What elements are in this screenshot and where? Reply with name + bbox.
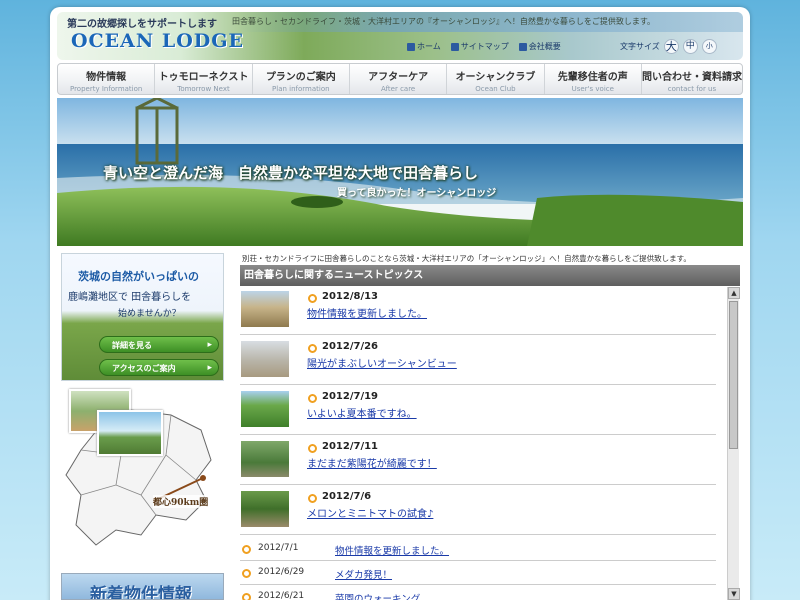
bullet-icon: [308, 344, 317, 353]
bullet-icon: [242, 569, 251, 578]
hero-headline: 青い空と澄んだ海 自然豊かな平坦な大地で田舎暮らし: [103, 164, 479, 182]
news-thumbnail[interactable]: [241, 391, 289, 427]
nav-sublabel: Property Information: [69, 85, 143, 93]
company-icon: [518, 42, 527, 51]
news-title-link[interactable]: 物件情報を更新しました。: [307, 305, 427, 320]
news-item: 2012/7/11 まだまだ紫陽花が綺麗です！: [240, 437, 716, 485]
nav-item-property[interactable]: 物件情報 Property Information: [58, 64, 156, 94]
intro-text: 別荘・セカンドライフに田舎暮らしのことなら茨城・大洋村エリアの「オーシャンロッジ…: [242, 254, 691, 263]
promo-line-1: 茨城の自然がいっぱいの: [78, 270, 199, 283]
promo-line-2: 鹿嶋灘地区で 田舎暮らしを: [68, 292, 192, 303]
news-item: 2012/7/6 メロンとミニトマトの試食♪: [240, 487, 716, 535]
news-thumbnail[interactable]: [241, 291, 289, 327]
promo-line-3: 始めませんか？: [118, 309, 181, 319]
news-date: 2012/7/6: [322, 491, 372, 502]
news-title-link[interactable]: まだまだ紫陽花が綺麗です！: [307, 455, 437, 470]
nav-label: オーシャンクラブ: [455, 72, 536, 83]
bullet-icon: [308, 294, 317, 303]
bullet-icon: [308, 494, 317, 503]
site-logo[interactable]: OCEAN LODGE: [71, 30, 244, 52]
home-link-label: ホーム: [417, 42, 441, 51]
site-header: 第二の故郷探しをサポートします 田舎暮らし・セカンドライフ・茨城・大洋村エリアの…: [57, 12, 743, 60]
nav-item-ocean-club[interactable]: オーシャンクラブ Ocean Club: [447, 64, 545, 94]
news-thumbnail[interactable]: [241, 491, 289, 527]
nav-label: アフターケア: [368, 72, 429, 83]
font-size-switcher: 文字サイズ 大 中 小: [620, 39, 717, 54]
details-button[interactable]: 詳細を見る: [99, 336, 219, 354]
hero-banner: 青い空と澄んだ海 自然豊かな平坦な大地で田舎暮らし 買って良かった！オーシャンロ…: [57, 98, 743, 246]
new-property-banner-text: 新着物件情報: [90, 585, 192, 600]
scroll-down-icon[interactable]: ▼: [728, 588, 740, 600]
countryside-promo-banner: 茨城の自然がいっぱいの 鹿嶋灘地区で 田舎暮らしを 始めませんか？ 詳細を見る …: [61, 253, 224, 381]
news-row: 2012/7/1 物件情報を更新しました。: [240, 539, 716, 561]
bullet-icon: [242, 593, 251, 600]
header-links: ホーム サイトマップ 会社概要: [407, 41, 561, 52]
nav-label: プランのご案内: [265, 72, 336, 83]
home-icon: [407, 42, 415, 51]
news-date: 2012/7/11: [322, 441, 379, 452]
nav-sublabel: Tomorrow Next: [177, 85, 230, 93]
news-scrollbar[interactable]: ▲ ▼: [727, 287, 740, 600]
nav-label: 物件情報: [86, 72, 127, 83]
access-button[interactable]: アクセスのご案内: [99, 359, 219, 377]
nav-item-user-voice[interactable]: 先輩移住者の声 User's voice: [545, 64, 642, 94]
nav-item-plan[interactable]: プランのご案内 Plan information: [253, 64, 350, 94]
nav-item-after-care[interactable]: アフターケア After care: [350, 64, 448, 94]
font-size-small-button[interactable]: 小: [701, 39, 717, 54]
news-item: 2012/8/13 物件情報を更新しました。: [240, 287, 716, 335]
nav-item-tomorrow-next[interactable]: トゥモローネクスト Tomorrow Next: [155, 64, 253, 94]
nav-sublabel: User's voice: [571, 85, 614, 93]
news-heading: 田舎暮らしに関するニューストピックス: [240, 265, 740, 286]
nav-label: 問い合わせ・資料請求: [641, 72, 742, 83]
nav-label: 先輩移住者の声: [557, 72, 628, 83]
font-size-medium-button[interactable]: 中: [682, 39, 698, 54]
news-title-link[interactable]: 陽光がまぶしいオーシャンビュー: [307, 355, 457, 370]
coast-photo: [97, 410, 163, 456]
sitemap-link-label: サイトマップ: [460, 42, 509, 51]
font-size-label: 文字サイズ: [620, 42, 660, 51]
news-date: 2012/7/26: [322, 341, 379, 352]
news-date: 2012/7/19: [322, 391, 379, 402]
nav-label: トゥモローネクスト: [158, 72, 249, 83]
news-item: 2012/7/26 陽光がまぶしいオーシャンビュー: [240, 337, 716, 385]
map-distance-label: 都心90km圏: [153, 495, 209, 508]
scroll-up-icon[interactable]: ▲: [728, 287, 740, 299]
news-row: 2012/6/29 メダカ発見！: [240, 563, 716, 585]
news-title-link[interactable]: メロンとミニトマトの試食♪: [307, 505, 433, 520]
nav-sublabel: Plan information: [272, 85, 330, 93]
news-date: 2012/7/1: [258, 543, 299, 553]
sitemap-icon: [450, 42, 459, 51]
bullet-icon: [308, 444, 317, 453]
news-thumbnail[interactable]: [241, 341, 289, 377]
new-property-banner[interactable]: 新着物件情報: [61, 573, 224, 600]
news-date: 2012/6/21: [258, 591, 305, 600]
company-link-label: 会社概要: [528, 42, 561, 51]
main-nav: 物件情報 Property Information トゥモローネクスト Tomorr…: [57, 63, 743, 95]
news-title-link[interactable]: 物件情報を更新しました。: [335, 543, 449, 557]
news-title-link[interactable]: 菜園のウォーキング: [335, 591, 420, 600]
news-thumbnail[interactable]: [241, 441, 289, 477]
hero-subline: 買って良かった！オーシャンロッジ: [337, 188, 497, 199]
news-row: 2012/6/21 菜園のウォーキング: [240, 587, 716, 600]
nav-sublabel: Ocean Club: [475, 85, 516, 93]
home-link[interactable]: ホーム: [407, 41, 441, 52]
nav-sublabel: After care: [381, 85, 416, 93]
nav-sublabel: contact for us: [667, 85, 717, 93]
company-link[interactable]: 会社概要: [518, 41, 561, 52]
scrollbar-thumb[interactable]: [729, 301, 738, 449]
news-title-link[interactable]: メダカ発見！: [335, 567, 392, 581]
news-title-link[interactable]: いよいよ夏本番ですね。: [307, 405, 417, 420]
nav-item-contact[interactable]: 問い合わせ・資料請求 contact for us: [642, 64, 742, 94]
sitemap-link[interactable]: サイトマップ: [450, 41, 509, 52]
news-date: 2012/6/29: [258, 567, 305, 577]
news-date: 2012/8/13: [322, 291, 379, 302]
news-item: 2012/7/19 いよいよ夏本番ですね。: [240, 387, 716, 435]
font-size-large-button[interactable]: 大: [663, 39, 679, 54]
tagline: 第二の故郷探しをサポートします: [67, 19, 217, 30]
tagline-sub: 田舎暮らし・セカンドライフ・茨城・大洋村エリアの『オーシャンロッジ』へ！自然豊か…: [232, 17, 656, 26]
news-list: 2012/8/13 物件情報を更新しました。 2012/7/26 陽光がまぶしい…: [240, 287, 728, 600]
bullet-icon: [308, 394, 317, 403]
bullet-icon: [242, 545, 251, 554]
